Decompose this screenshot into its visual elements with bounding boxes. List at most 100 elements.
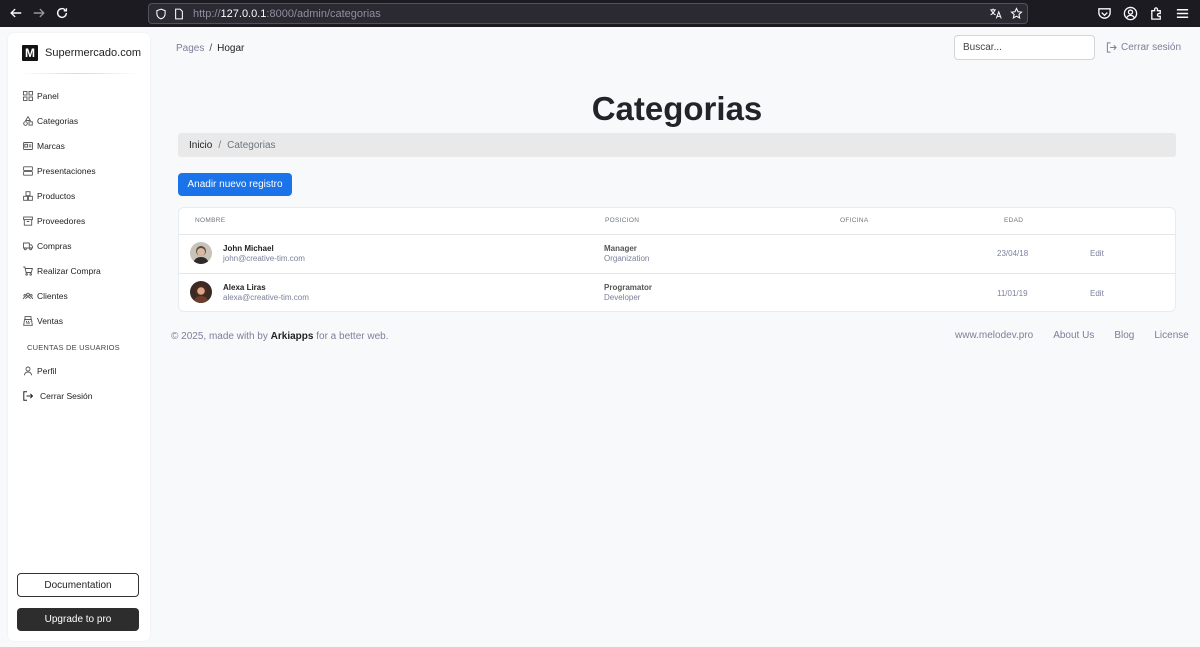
- id-card-icon: [23, 141, 33, 151]
- address-bar[interactable]: http://127.0.0.1:8000/admin/categorias: [148, 3, 1028, 24]
- footer-link-license[interactable]: License: [1154, 330, 1188, 341]
- row-dept: Organization: [604, 254, 650, 263]
- sidebar-menu: Panel Categorias Marcas Presentaciones P…: [8, 83, 150, 408]
- sidebar-item-label: Cerrar Sesión: [40, 390, 93, 401]
- sidebar-item-label: Proveedores: [37, 215, 86, 226]
- row-email: alexa@creative-tim.com: [223, 293, 309, 302]
- row-role: Programator: [604, 283, 653, 292]
- extensions-icon[interactable]: [1149, 6, 1164, 21]
- browser-toolbar: http://127.0.0.1:8000/admin/categorias: [0, 0, 1200, 27]
- sidebar-item-logout[interactable]: Cerrar Sesión: [8, 383, 150, 408]
- truck-icon: [23, 241, 33, 251]
- server-icon: [23, 165, 33, 176]
- section-heading-accounts: CUENTAS DE USUARIOS: [27, 343, 120, 352]
- page-breadcrumb: Inicio / Categorias: [178, 133, 1176, 157]
- pocket-icon[interactable]: [1097, 6, 1112, 21]
- cart-icon: [23, 266, 33, 276]
- logout-icon: [23, 390, 33, 401]
- sidebar-item-label: Realizar Compra: [37, 265, 101, 276]
- sidebar-item-proveedores[interactable]: Proveedores: [8, 208, 150, 233]
- records-table: NOMBRE POSICION OFICINA EDAD John Michae…: [178, 207, 1176, 312]
- row-date: 23/04/18: [997, 249, 1029, 258]
- sidebar-item-panel[interactable]: Panel: [8, 83, 150, 108]
- sidebar-item-label: Clientes: [37, 290, 68, 301]
- column-header-posicion: POSICION: [605, 217, 640, 224]
- divider: [179, 234, 1175, 235]
- sidebar-item-perfil[interactable]: Perfil: [8, 358, 150, 383]
- shield-icon[interactable]: [155, 8, 167, 20]
- page-title: Categorias: [591, 90, 763, 127]
- breadcrumb-home-link[interactable]: Inicio: [189, 140, 212, 151]
- translate-icon[interactable]: [989, 7, 1002, 20]
- user-icon: [23, 366, 33, 376]
- sidebar-item-label: Perfil: [37, 365, 57, 376]
- footer-link-blog[interactable]: Blog: [1114, 330, 1134, 341]
- sidebar-item-label: Compras: [37, 240, 72, 251]
- edit-link[interactable]: Edit: [1090, 249, 1104, 258]
- logout-label: Cerrar sesión: [1121, 42, 1182, 53]
- brand-name: Supermercado.com: [45, 47, 141, 59]
- sidebar-item-compras[interactable]: Compras: [8, 233, 150, 258]
- breadcrumb-root[interactable]: Pages: [176, 43, 204, 54]
- documentation-button[interactable]: Documentation: [17, 573, 139, 597]
- row-role: Manager: [604, 244, 637, 253]
- column-header-nombre: NOMBRE: [195, 217, 226, 224]
- footer-link-melodev[interactable]: www.melodev.pro: [955, 330, 1033, 341]
- sidebar-item-label: Productos: [37, 190, 76, 201]
- row-email: john@creative-tim.com: [223, 254, 305, 263]
- breadcrumb-current: Categorias: [227, 139, 276, 151]
- sidebar-item-marcas[interactable]: Marcas: [8, 133, 150, 158]
- back-arrow-icon[interactable]: [5, 2, 27, 24]
- brand[interactable]: M Supermercado.com: [8, 33, 150, 73]
- avatar: [190, 281, 212, 303]
- column-header-edad: EDAD: [1004, 217, 1024, 224]
- dashboard-icon: [23, 90, 33, 101]
- sidebar-item-presentaciones[interactable]: Presentaciones: [8, 158, 150, 183]
- row-dept: Developer: [604, 293, 641, 302]
- row-name: John Michael: [223, 244, 274, 253]
- upgrade-to-pro-button[interactable]: Upgrade to pro: [17, 608, 139, 631]
- sidebar-item-label: Panel: [37, 90, 59, 101]
- copyright-prefix: © 2025, made with by: [171, 331, 268, 342]
- url-text[interactable]: http://127.0.0.1:8000/admin/categorias: [193, 8, 381, 20]
- row-name: Alexa Liras: [223, 283, 266, 292]
- search-input[interactable]: Buscar...: [954, 35, 1095, 60]
- sidebar-item-label: Marcas: [37, 140, 65, 151]
- bookmark-star-icon[interactable]: [1010, 7, 1023, 20]
- sidebar-item-ventas[interactable]: Ventas: [8, 308, 150, 333]
- footer-copyright: © 2025, made with by Arkiapps for a bett…: [171, 331, 389, 342]
- sidebar-item-categorias[interactable]: Categorias: [8, 108, 150, 133]
- column-header-oficina: OFICINA: [840, 217, 869, 224]
- divider: [179, 273, 1175, 274]
- forward-arrow-icon[interactable]: [28, 2, 50, 24]
- reload-icon[interactable]: [51, 2, 73, 24]
- copyright-suffix: for a better web.: [316, 331, 389, 342]
- sidebar-item-label: Categorias: [37, 115, 79, 126]
- edit-link[interactable]: Edit: [1090, 289, 1104, 298]
- page-icon: [173, 8, 185, 20]
- sidebar: M Supermercado.com Panel Categorias Marc…: [8, 33, 150, 641]
- breadcrumb-separator: /: [209, 43, 213, 54]
- sidebar-item-productos[interactable]: Productos: [8, 183, 150, 208]
- brand-logo: M: [22, 45, 38, 61]
- logout-icon: [1106, 42, 1117, 53]
- footer-brand-link[interactable]: Arkiapps: [271, 331, 314, 342]
- archive-icon: [23, 216, 33, 226]
- users-icon: [23, 291, 33, 301]
- logout-link[interactable]: Cerrar sesión: [1106, 42, 1181, 53]
- footer-links: www.melodev.pro About Us Blog License: [955, 330, 1189, 341]
- breadcrumb: Pages / Hogar: [176, 43, 244, 54]
- sidebar-item-realizar-compra[interactable]: Realizar Compra: [8, 258, 150, 283]
- menu-icon[interactable]: [1175, 6, 1190, 21]
- shapes-icon: [23, 115, 33, 126]
- breadcrumb-current: Hogar: [217, 43, 245, 54]
- footer-link-about-us[interactable]: About Us: [1053, 330, 1094, 341]
- sidebar-item-clientes[interactable]: Clientes: [8, 283, 150, 308]
- avatar: [190, 242, 212, 264]
- cash-register-icon: [23, 315, 33, 326]
- divider: [18, 73, 140, 74]
- row-date: 11/01/19: [997, 289, 1028, 298]
- sidebar-item-label: Ventas: [37, 315, 63, 326]
- add-new-record-button[interactable]: Anadir nuevo registro: [178, 173, 292, 196]
- account-icon[interactable]: [1123, 6, 1138, 21]
